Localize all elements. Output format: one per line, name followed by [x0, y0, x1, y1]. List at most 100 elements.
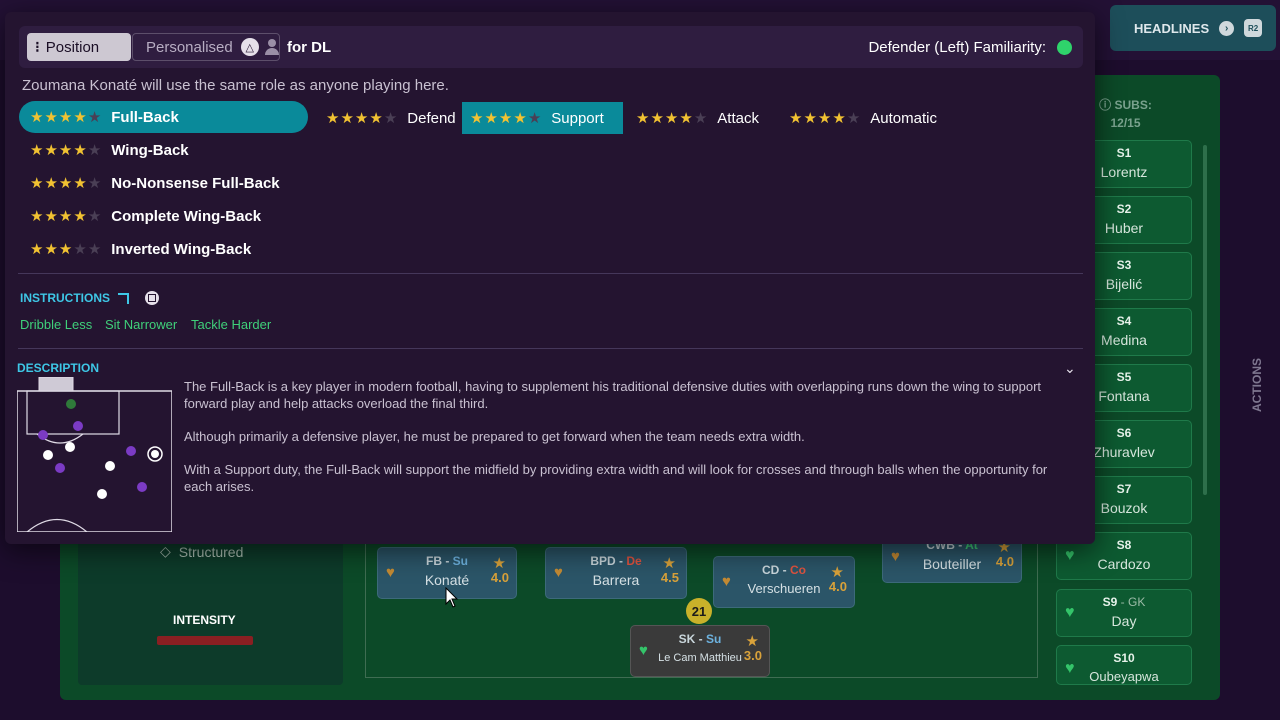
instructions-title: INSTRUCTIONS: [20, 291, 110, 305]
star-filled-icon: ★: [832, 109, 846, 127]
sub-id: S10: [1113, 651, 1135, 665]
star-filled-icon: ★: [789, 109, 803, 127]
sub-name: Oubeyapwa: [1089, 669, 1159, 684]
star-filled-icon: ★: [803, 109, 817, 127]
player-rating: 4.0: [828, 579, 847, 594]
rating-stars: ★ ★ ★ ★ ★: [30, 176, 101, 191]
sub-id: S9 - GK: [1102, 595, 1146, 609]
star-filled-icon: ★: [58, 141, 73, 159]
description-title: DESCRIPTION: [17, 361, 100, 375]
instruction-item[interactable]: Dribble Less: [20, 317, 92, 332]
star-empty-icon: ★: [87, 240, 102, 258]
headlines-button[interactable]: HEADLINES › R2: [1110, 5, 1276, 51]
star-filled-icon: ★: [30, 207, 44, 225]
rating-stars: ★ ★ ★ ★ ★: [636, 111, 707, 126]
expand-icon[interactable]: [118, 292, 129, 304]
subs-scrollbar[interactable]: [1203, 145, 1207, 495]
personalised-tab[interactable]: Personalised △: [132, 33, 280, 61]
duty-name: Defend: [407, 109, 456, 127]
role-item-complete-wing-back[interactable]: ★ ★ ★ ★ ★ Complete Wing-Back: [19, 200, 308, 232]
star-filled-icon: ★: [44, 174, 58, 192]
star-filled-icon: ★: [354, 109, 369, 127]
role-name: No-Nonsense Full-Back: [111, 174, 280, 192]
star-filled-icon: ★: [73, 141, 87, 159]
player-rating: 4.0: [490, 570, 509, 585]
star-filled-icon: ★: [73, 174, 87, 192]
star-filled-icon: ★: [369, 109, 383, 127]
instruction-item[interactable]: Sit Narrower: [105, 317, 177, 332]
star-filled-icon: ★: [30, 141, 44, 159]
star-empty-icon: ★: [527, 109, 542, 127]
duty-support[interactable]: ★ ★ ★ ★ ★ Support: [462, 102, 623, 134]
triangle-button-icon: △: [240, 38, 259, 56]
role-item-inverted-wing-back[interactable]: ★ ★ ★ ★ ★ Inverted Wing-Back: [19, 233, 308, 265]
star-filled-icon: ★: [44, 141, 58, 159]
player-card-bpd[interactable]: ♥ BPD - De Barrera ★ 4.5: [545, 547, 687, 599]
star-empty-icon: ★: [87, 108, 102, 126]
star-filled-icon: ★: [636, 109, 650, 127]
star-empty-icon: ★: [87, 174, 102, 192]
role-item-no-nonsense-full-back[interactable]: ★ ★ ★ ★ ★ No-Nonsense Full-Back: [19, 167, 308, 199]
star-filled-icon: ★: [30, 108, 44, 126]
description-paragraph: The Full-Back is a key player in modern …: [184, 379, 1042, 411]
rating-stars: ★ ★ ★ ★ ★: [30, 209, 101, 224]
duty-name: Automatic: [870, 109, 937, 127]
player-rating: 4.0: [995, 554, 1014, 569]
instruction-item[interactable]: Tackle Harder: [191, 317, 271, 332]
diamond-icon: ◇: [160, 543, 171, 559]
role-name: Complete Wing-Back: [111, 207, 262, 225]
duty-attack[interactable]: ★ ★ ★ ★ ★ Attack: [628, 102, 767, 134]
star-filled-icon: ★: [44, 207, 58, 225]
rating-stars: ★ ★ ★ ★ ★: [470, 111, 541, 126]
intensity-label: INTENSITY: [173, 613, 236, 627]
role-note: Zoumana Konaté will use the same role as…: [22, 77, 449, 94]
duty-defend[interactable]: ★ ★ ★ ★ ★ Defend: [318, 102, 464, 134]
star-filled-icon: ★: [44, 108, 58, 126]
mouse-cursor-icon: [445, 587, 459, 608]
chevron-down-icon[interactable]: ⌄: [1064, 360, 1078, 376]
actions-tab[interactable]: ACTIONS: [1240, 330, 1274, 440]
user-icon: [264, 39, 279, 55]
star-filled-icon: ★: [470, 109, 484, 127]
subs-header: ⓘ SUBS: 12/15: [1098, 96, 1153, 132]
duty-name: Support: [551, 109, 604, 127]
star-empty-icon: ★: [73, 240, 87, 258]
sub-card-s10[interactable]: ♥ S10 Oubeyapwa: [1056, 645, 1192, 685]
duty-automatic[interactable]: ★ ★ ★ ★ ★ Automatic: [781, 102, 945, 134]
position-tab[interactable]: ⁝ Position: [27, 33, 131, 61]
sub-name: Cardozo: [1097, 556, 1151, 572]
role-item-wing-back[interactable]: ★ ★ ★ ★ ★ Wing-Back: [19, 134, 308, 166]
subs-count: 12/15: [1110, 116, 1141, 130]
star-filled-icon: ★: [484, 109, 498, 127]
star-filled-icon: ★: [58, 240, 73, 258]
role-name: Inverted Wing-Back: [111, 240, 252, 258]
familiarity-label: Defender (Left) Familiarity:: [868, 39, 1046, 56]
mentality[interactable]: ◇ Structured: [160, 543, 243, 560]
star-filled-icon: ★: [73, 108, 87, 126]
star-filled-icon: ★: [513, 109, 527, 127]
info-icon: ⓘ: [1099, 98, 1112, 112]
role-item-full-back[interactable]: ★ ★ ★ ★ ★ Full-Back: [19, 101, 308, 133]
divider: [18, 273, 1083, 274]
player-rating: 4.5: [660, 570, 679, 585]
player-card-sk[interactable]: ♥ SK - Su Le Cam Matthieu ★ 3.0: [630, 625, 770, 677]
star-empty-icon: ★: [383, 109, 398, 127]
player-rating: 3.0: [743, 648, 762, 663]
role-name: Full-Back: [111, 108, 179, 126]
shirt-number-badge: 21: [686, 598, 712, 624]
star-filled-icon: ★: [30, 174, 44, 192]
rating-stars: ★ ★ ★ ★ ★: [30, 242, 101, 257]
star-empty-icon: ★: [846, 109, 861, 127]
sub-card-s9[interactable]: ♥ S9 - GK Day: [1056, 589, 1192, 637]
star-filled-icon: ★: [30, 240, 44, 258]
star-empty-icon: ★: [87, 207, 102, 225]
player-card-cd[interactable]: ♥ CD - Co Verschueren ★ 4.0: [713, 556, 855, 608]
star-filled-icon: ★: [498, 109, 513, 127]
instructions-header[interactable]: INSTRUCTIONS: [20, 291, 159, 305]
rating-stars: ★ ★ ★ ★ ★: [789, 111, 860, 126]
personalised-tab-label: Personalised: [146, 38, 233, 56]
star-filled-icon: ★: [326, 109, 340, 127]
sub-name: Day: [1111, 613, 1137, 629]
position-tab-label: Position: [45, 38, 100, 56]
intensity-bar: [157, 636, 253, 645]
